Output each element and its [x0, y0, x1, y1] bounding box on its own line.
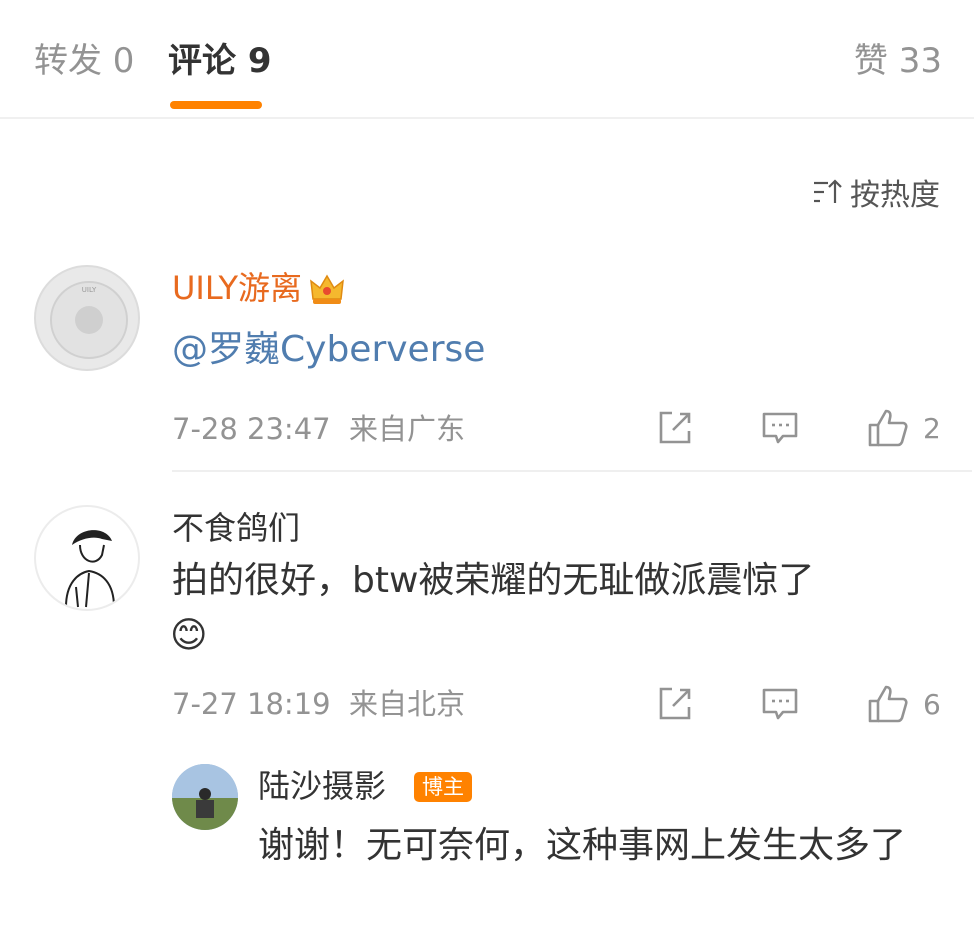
share-icon [659, 411, 691, 444]
ipod-wheel-icon: UILY [50, 281, 128, 359]
comment-time: 7-27 18:19 [172, 687, 331, 721]
crown-badge-icon [310, 274, 344, 304]
thumbs-up-icon [868, 685, 908, 723]
smile-emoji: 😊 [170, 615, 208, 656]
share-icon [659, 687, 691, 720]
comment-username[interactable]: UILY游离 [172, 268, 346, 308]
reply-button[interactable] [761, 409, 799, 447]
reply-text: 谢谢！无可奈何，这种事网上发生太多了 [258, 825, 907, 866]
comment-actions: 6 [656, 684, 941, 724]
comment-meta: 7-28 23:47 来自广东 [172, 411, 465, 447]
comment-icon [762, 688, 798, 720]
like-button[interactable]: 6 [867, 684, 941, 724]
comment-tabs: 转发 0 评论 9 赞 33 [0, 0, 974, 119]
sketch-portrait-icon [65, 530, 115, 608]
comment-icon [762, 412, 798, 444]
comment-time: 7-28 23:47 [172, 412, 331, 446]
comment-text: 拍的很好，btw被荣耀的无耻做派震惊了 [172, 560, 815, 601]
tab-repost[interactable]: 转发 0 [34, 40, 134, 82]
share-button[interactable] [656, 685, 694, 723]
active-tab-indicator [170, 101, 262, 109]
sort-label: 按热度 [850, 178, 940, 213]
comment-location: 来自广东 [349, 412, 466, 446]
svg-text:UILY: UILY [82, 286, 97, 294]
sort-by-hot-button[interactable]: 按热度 [812, 171, 940, 213]
comment-divider [172, 470, 972, 472]
avatar[interactable] [34, 505, 140, 611]
share-button[interactable] [656, 409, 694, 447]
tab-comment[interactable]: 评论 9 [168, 40, 272, 82]
like-button[interactable]: 2 [867, 408, 941, 448]
tabs-divider [0, 117, 974, 119]
comment-username[interactable]: 不食鸽们 [172, 508, 300, 548]
avatar[interactable] [172, 764, 238, 830]
tab-like[interactable]: 赞 33 [854, 40, 942, 82]
sort-icon [814, 179, 842, 203]
landscape-photo-icon [172, 764, 238, 830]
reply-username[interactable]: 陆沙摄影 [258, 766, 386, 806]
comment-text: @罗巍Cyberverse [172, 329, 486, 370]
reply-button[interactable] [761, 685, 799, 723]
comment-actions: 2 [656, 408, 941, 448]
avatar[interactable]: UILY [34, 265, 140, 371]
comment-location: 来自北京 [349, 687, 466, 721]
like-count: 6 [923, 687, 941, 721]
comment-meta: 7-27 18:19 来自北京 [172, 686, 465, 722]
thumbs-up-icon [868, 409, 908, 447]
blogger-badge: 博主 [414, 772, 472, 802]
like-count: 2 [923, 411, 941, 445]
